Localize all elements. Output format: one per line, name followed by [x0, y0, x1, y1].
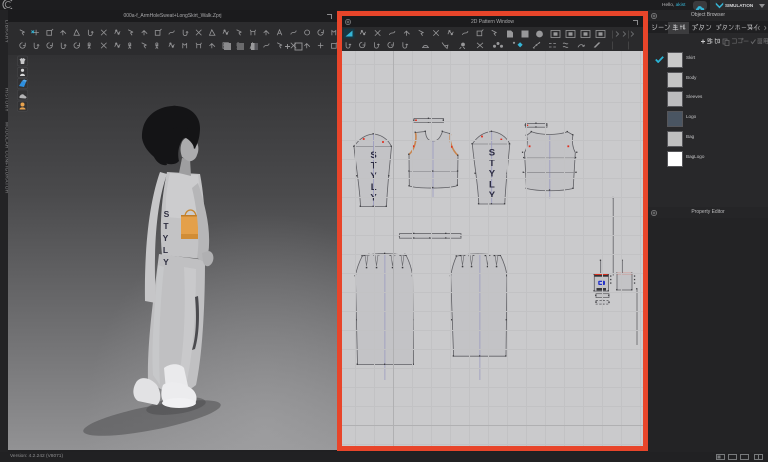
svg-text:Y: Y [163, 257, 169, 267]
svg-text:T: T [163, 221, 169, 231]
svg-text:S: S [164, 209, 170, 219]
svg-text:Y: Y [163, 233, 169, 243]
svg-text:L: L [163, 245, 168, 255]
